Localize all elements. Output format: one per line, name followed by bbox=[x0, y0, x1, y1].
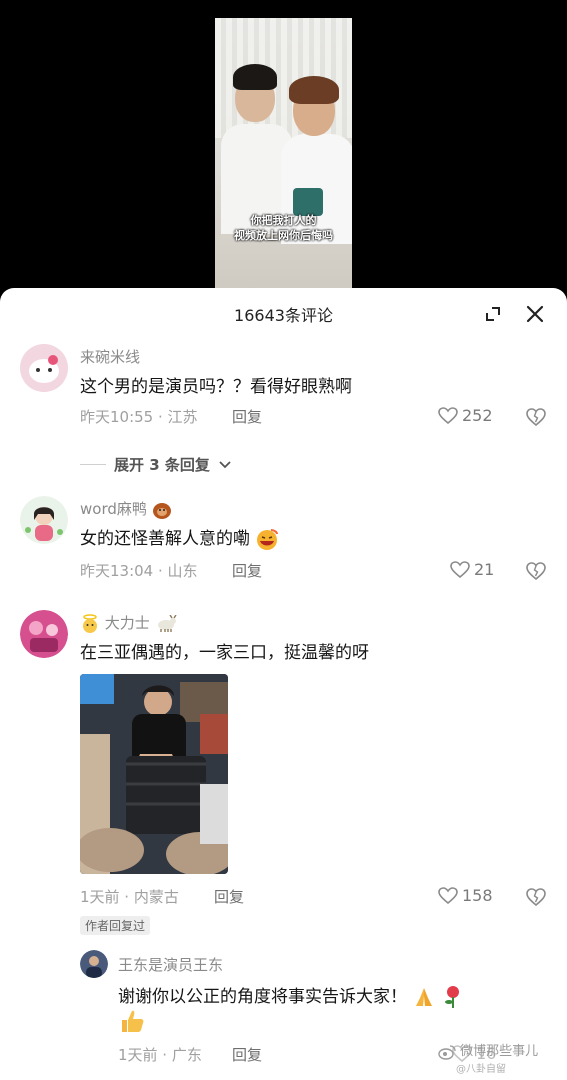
close-icon[interactable] bbox=[524, 303, 546, 325]
broken-heart-icon[interactable] bbox=[525, 560, 547, 582]
rose-emoji-icon bbox=[444, 986, 459, 1008]
chevron-down-icon bbox=[219, 460, 231, 468]
broken-heart-icon[interactable] bbox=[525, 886, 547, 908]
grinning-emoji-icon bbox=[257, 529, 279, 550]
video-cup bbox=[293, 188, 323, 216]
comment-username-text: word麻鸭 bbox=[80, 500, 147, 518]
comment-text: 女的还怪善解人意的嘞 bbox=[80, 524, 279, 550]
expand-replies-button[interactable]: 展开 3 条回复 bbox=[80, 454, 232, 475]
avatar[interactable] bbox=[20, 344, 68, 392]
comment-meta: 昨天10:55 · 江苏 bbox=[80, 408, 198, 426]
avatar[interactable] bbox=[80, 950, 108, 978]
reply-button[interactable]: 回复 bbox=[214, 886, 244, 907]
reply-text-content: 谢谢你以公正的角度将事实告诉大家！ bbox=[118, 987, 407, 1007]
orangutan-emoji-icon bbox=[152, 502, 171, 519]
video-frame[interactable]: 你把我打人的 视频放上网你后悔吗 bbox=[215, 18, 352, 290]
comment-username[interactable]: 大力士 bbox=[80, 612, 177, 634]
like-count: 252 bbox=[462, 406, 493, 425]
reply-text: 谢谢你以公正的角度将事实告诉大家！ bbox=[118, 982, 464, 1009]
reply-button[interactable]: 回复 bbox=[232, 560, 262, 581]
comment-meta: 1天前 · 内蒙古 bbox=[80, 888, 179, 906]
comment-username-text: 大力士 bbox=[104, 614, 150, 632]
reply-username[interactable]: 王东是演员王东 bbox=[118, 954, 223, 975]
reply-button[interactable]: 回复 bbox=[232, 406, 262, 427]
like-button[interactable]: 21 bbox=[450, 560, 494, 579]
baby-angel-emoji-icon bbox=[83, 613, 97, 633]
comment-username[interactable]: word麻鸭 bbox=[80, 498, 172, 519]
watermark: 微博那些事儿 bbox=[438, 1040, 538, 1060]
video-subtitle-line1: 你把我打人的 bbox=[250, 214, 317, 227]
expand-divider-line bbox=[80, 464, 106, 465]
expand-icon[interactable] bbox=[484, 305, 502, 323]
like-count: 21 bbox=[474, 560, 495, 579]
like-button[interactable]: 158 bbox=[438, 886, 493, 905]
weibo-logo-icon bbox=[438, 1044, 456, 1060]
author-replied-badge: 作者回复过 bbox=[80, 916, 151, 935]
video-player[interactable]: 你把我打人的 视频放上网你后悔吗 bbox=[0, 0, 567, 290]
heart-icon bbox=[450, 560, 470, 578]
avatar[interactable] bbox=[20, 496, 68, 544]
comment-sheet-header: 16643条评论 bbox=[0, 288, 567, 340]
watermark-text: 微博那些事儿 bbox=[460, 1044, 539, 1059]
heart-icon bbox=[438, 406, 458, 424]
comment-text: 这个男的是演员吗？？看得好眼熟啊 bbox=[80, 377, 352, 397]
heart-icon bbox=[438, 886, 458, 904]
watermark-secondary: @八卦自留 bbox=[456, 1064, 506, 1075]
comment-text-content: 女的还怪善解人意的嘞 bbox=[80, 529, 250, 549]
comment-username[interactable]: 来碗米线 bbox=[80, 346, 140, 367]
comment-attached-photo[interactable] bbox=[80, 674, 228, 874]
praying-hands-emoji-icon bbox=[416, 988, 433, 1006]
avatar[interactable] bbox=[20, 610, 68, 658]
reply-text-line2 bbox=[118, 1008, 146, 1038]
video-subtitle-line2: 视频放上网你后悔吗 bbox=[234, 229, 333, 242]
comment-sheet: 16643条评论 来碗米线 这个男的是演员吗？？看得好眼熟啊 昨天10:55 ·… bbox=[0, 288, 567, 1080]
reply-meta: 1天前 · 广东 bbox=[118, 1046, 202, 1064]
like-count: 158 bbox=[462, 886, 493, 905]
comment-meta: 昨天13:04 · 山东 bbox=[80, 562, 198, 580]
comment-count-title: 16643条评论 bbox=[234, 306, 333, 325]
comment-text: 在三亚偶遇的，一家三口，挺温馨的呀 bbox=[80, 643, 369, 663]
like-button[interactable]: 252 bbox=[438, 406, 493, 425]
broken-heart-icon[interactable] bbox=[525, 406, 547, 428]
reply-button[interactable]: 回复 bbox=[232, 1044, 262, 1065]
thumbs-up-emoji-icon bbox=[122, 1010, 144, 1032]
goat-emoji-icon bbox=[157, 614, 177, 632]
expand-replies-label: 展开 3 条回复 bbox=[114, 456, 210, 474]
